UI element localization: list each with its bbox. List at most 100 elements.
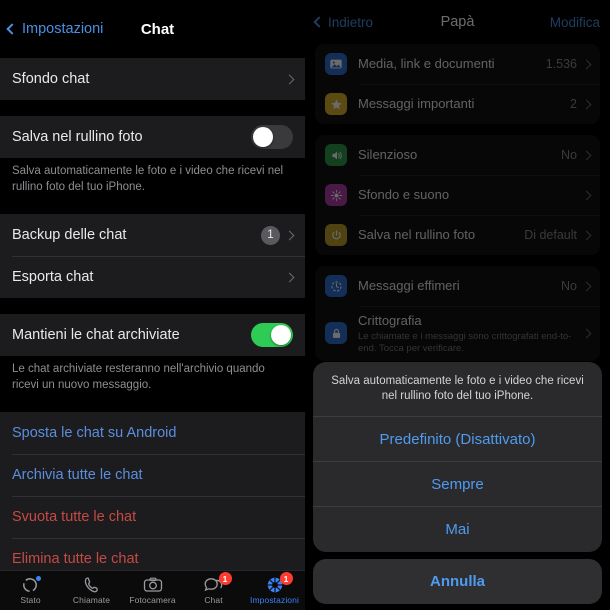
toggle-knob [271,325,291,346]
chevron-right-icon [284,74,295,84]
status-icon [20,576,42,594]
chats-icon: 1 [203,572,232,594]
row-label: Mantieni le chat archiviate [12,327,180,344]
tab-chiamate[interactable]: Chiamate [61,571,122,610]
settings-group-camera-roll: Salva nel rullino foto [0,116,305,158]
row-sposta-le-chat-su-android[interactable]: Sposta le chat su Android [0,412,305,454]
action-sheet-options-group: Salva automaticamente le foto e i video … [313,361,602,552]
dual-screenshot-composite: Impostazioni Chat Sfondo chat Salva nel … [0,0,610,610]
wallpaper-icon [325,184,347,206]
row-value: 1.536 [545,57,577,71]
action-cancel-button[interactable]: Annulla [313,559,602,604]
row-esporta-chat[interactable]: Esporta chat [0,256,305,298]
camera-icon [142,576,164,594]
card-chat-preferences: Silenzioso No Sfondo e suono Salva nel r… [315,135,600,255]
action-option-mai[interactable]: Mai [313,507,602,552]
row-media-link-e-documenti[interactable]: Media, link e documenti 1.536 [315,44,600,84]
chevron-right-icon [581,190,592,200]
row-title: Media, link e documenti [358,56,495,71]
settings-group-archived: Mantieni le chat archiviate [0,314,305,357]
tab-label: Impostazioni [250,595,299,605]
settings-gear-icon: 1 [264,572,293,594]
edit-button[interactable]: Modifica [550,15,600,30]
footnote-camera-roll: Salva automaticamente le foto e i video … [0,158,305,206]
right-phone-screen: Indietro Papà Modifica Media, link e doc… [305,0,610,610]
disappearing-messages-icon [325,275,347,297]
chevron-right-icon [581,150,592,160]
chevron-left-icon [6,23,18,35]
backup-badge: 1 [261,225,280,245]
action-sheet: Salva automaticamente le foto e i video … [305,361,610,610]
row-value: No [561,148,577,162]
back-button-label: Impostazioni [22,21,104,37]
tab-impostazioni[interactable]: 1 Impostazioni [244,571,305,610]
settings-group-wallpaper: Sfondo chat [0,58,305,100]
footnote-archived: Le chat archiviate resteranno nell'archi… [0,356,305,404]
chat-unread-badge: 1 [218,572,232,585]
phone-icon [81,576,103,594]
group-spacer [0,100,305,116]
row-value: No [561,279,577,293]
row-label: Sfondo chat [12,71,90,87]
keep-chats-archived-toggle[interactable] [251,323,293,348]
action-sheet-header: Salva automaticamente le foto e i video … [313,362,602,417]
toggle-knob [253,127,273,147]
row-messaggi-importanti[interactable]: Messaggi importanti 2 [315,84,600,124]
row-label: Archivia tutte le chat [12,467,143,484]
chevron-right-icon [581,230,592,240]
row-label: Svuota tutte le chat [12,509,137,526]
row-mantieni-le-chat-archiviate[interactable]: Mantieni le chat archiviate [0,314,305,356]
row-messaggi-effimeri[interactable]: Messaggi effimeri No [315,266,600,306]
tab-fotocamera[interactable]: Fotocamera [122,571,183,610]
save-camera-roll-icon [325,224,347,246]
row-value: Di default [524,228,577,242]
card-privacy: Messaggi effimeri No Crittografia Le chi… [315,266,600,361]
tab-chat[interactable]: 1 Chat [183,571,244,610]
tab-label: Fotocamera [129,595,176,605]
row-salva-nel-rullino-foto[interactable]: Salva nel rullino foto [0,116,305,158]
group-spacer [0,298,305,315]
chevron-right-icon [284,272,295,282]
group-spacer [0,205,305,215]
row-title: Messaggi effimeri [358,278,460,293]
settings-badge: 1 [279,572,293,585]
tab-stato[interactable]: Stato [0,571,61,610]
lock-icon [325,322,347,345]
tab-label: Stato [20,595,41,605]
star-icon [325,93,347,115]
row-title: Salva nel rullino foto [358,227,476,242]
row-value: 2 [570,97,577,111]
action-option-sempre[interactable]: Sempre [313,462,602,507]
row-sfondo-chat[interactable]: Sfondo chat [0,58,305,100]
speaker-icon [325,144,347,166]
photos-icon [325,53,347,75]
row-label: Backup delle chat [12,227,127,244]
status-unread-dot [35,576,41,581]
save-to-camera-roll-toggle[interactable] [251,125,293,149]
back-to-impostazioni-button[interactable]: Impostazioni [0,21,103,37]
tab-label: Chat [204,595,223,605]
row-sfondo-e-suono[interactable]: Sfondo e suono [315,175,600,215]
dimmed-contact-info-content: Indietro Papà Modifica Media, link e doc… [305,0,610,361]
left-phone-screen: Impostazioni Chat Sfondo chat Salva nel … [0,0,305,610]
left-nav-bar: Impostazioni Chat [0,0,305,58]
row-archivia-tutte-le-chat[interactable]: Archivia tutte le chat [0,454,305,496]
row-silenzioso[interactable]: Silenzioso No [315,135,600,175]
row-title: Crittografia [358,313,422,328]
chevron-right-icon [581,281,592,291]
row-svuota-tutte-le-chat[interactable]: Svuota tutte le chat [0,496,305,538]
row-title: Silenzioso [358,147,418,162]
bottom-tab-bar: Stato Chiamate Fotocamera 1 Chat 1 Impos… [0,570,305,610]
tab-label: Chiamate [72,595,111,605]
group-spacer [0,403,305,413]
action-option-predefinito[interactable]: Predefinito (Disattivato) [313,417,602,462]
settings-group-actions: Sposta le chat su Android Archivia tutte… [0,412,305,581]
settings-group-backup-export: Backup delle chat 1 Esporta chat [0,214,305,299]
row-crittografia[interactable]: Crittografia Le chiamate e i messaggi so… [315,306,600,361]
row-backup-delle-chat[interactable]: Backup delle chat 1 [0,214,305,256]
row-salva-nel-rullino-foto[interactable]: Salva nel rullino foto Di default [315,215,600,255]
chevron-right-icon [284,230,295,240]
card-media-and-starred: Media, link e documenti 1.536 Messaggi i… [315,44,600,124]
row-subtitle: Le chiamate e i messaggi sono crittograf… [358,331,572,354]
row-title: Sfondo e suono [358,187,450,202]
